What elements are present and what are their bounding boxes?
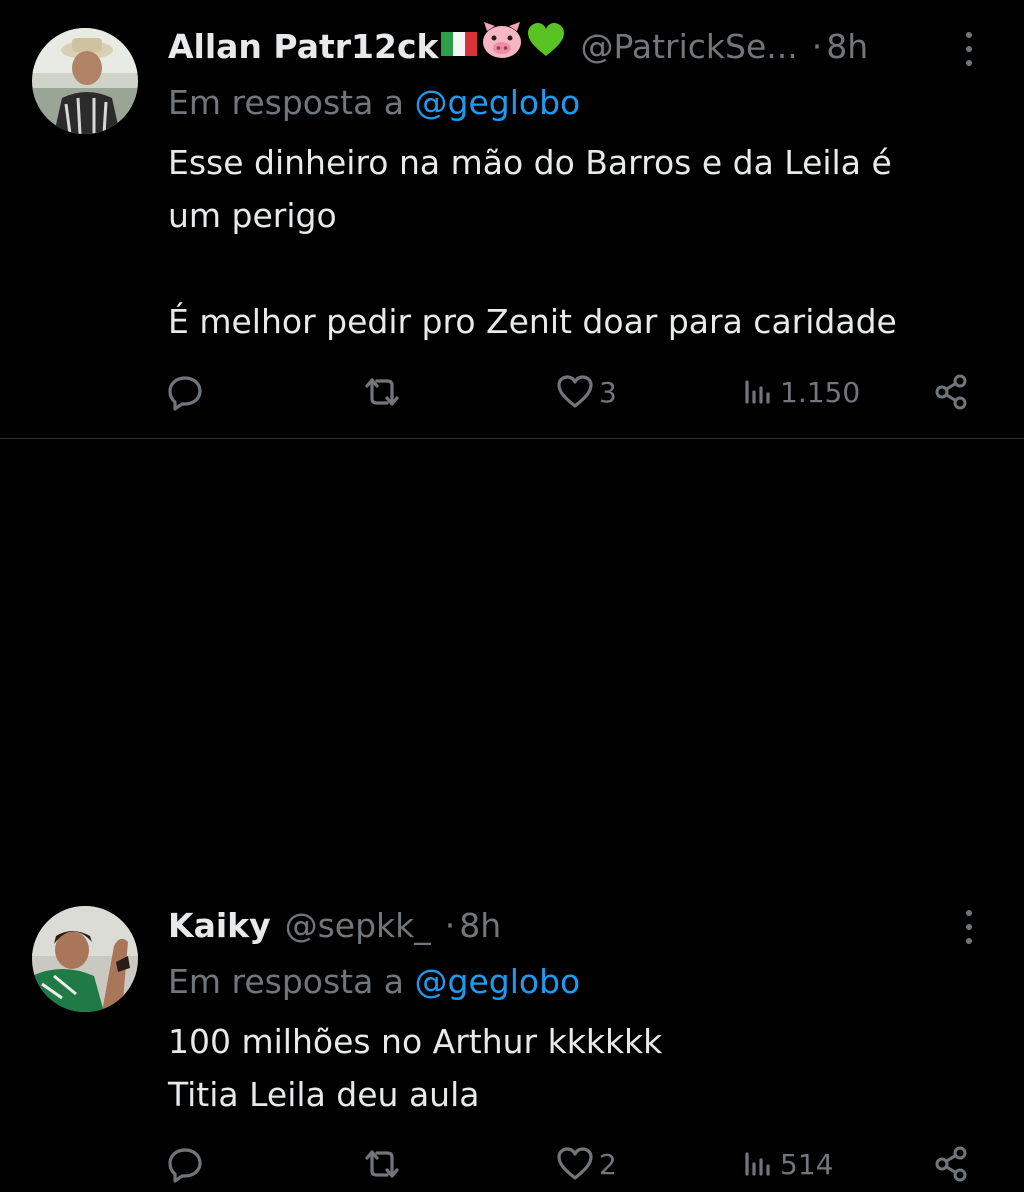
reply-icon (168, 376, 202, 411)
views-button[interactable]: 1.150 (742, 364, 860, 420)
retweet-button[interactable] (360, 1136, 404, 1192)
avatar[interactable] (32, 28, 138, 134)
retweet-button[interactable] (360, 364, 404, 420)
avatar[interactable] (32, 906, 138, 1012)
author-handle[interactable]: @PatrickSe... (580, 22, 797, 72)
view-count: 1.150 (780, 375, 861, 409)
mention-link[interactable]: @geglobo (415, 962, 581, 1001)
italy-flag-emoji (440, 22, 478, 72)
tweet-text-line: 100 milhões no Arthur kkkkkk (168, 1022, 663, 1061)
views-button[interactable]: 514 (742, 1136, 833, 1192)
timestamp[interactable]: 8h (459, 901, 501, 951)
tweet-text-line: Titia Leila deu aula (168, 1075, 480, 1114)
author-name[interactable]: Allan Patr12ck (168, 22, 438, 72)
author-handle[interactable]: @sepkk_ (285, 901, 431, 951)
action-bar: 3 1.150 (0, 364, 1024, 420)
heart-icon (557, 375, 593, 408)
tweet-text-line: um perigo (168, 196, 337, 235)
retweet-icon (365, 378, 399, 406)
action-bar: 2 514 (0, 1136, 1024, 1192)
reply-prefix: Em resposta a (168, 962, 405, 1001)
views-icon (745, 380, 770, 404)
like-count: 3 (599, 375, 617, 409)
share-button[interactable] (933, 1136, 973, 1192)
like-count: 2 (599, 1147, 617, 1181)
tweet[interactable]: Kaiky @sepkk_ · 8h Em resposta a @geglob… (0, 439, 1024, 1183)
views-icon (745, 1152, 770, 1176)
heart-icon (557, 1147, 593, 1180)
more-icon[interactable] (956, 32, 982, 66)
green-heart-emoji (526, 22, 566, 72)
share-button[interactable] (933, 364, 973, 420)
reply-context: Em resposta a @geglobo (168, 957, 580, 1007)
separator-dot: · (811, 27, 823, 66)
author-name[interactable]: Kaiky (168, 901, 271, 951)
tweet-text: Esse dinheiro na mão do Barros e da Leil… (168, 136, 897, 348)
reply-button[interactable] (165, 364, 205, 420)
share-icon (935, 1146, 967, 1182)
mention-link[interactable]: @geglobo (415, 83, 581, 122)
reply-icon (168, 1148, 202, 1183)
tweet-header: Allan Patr12ck @PatrickSe... · 8h (168, 22, 868, 72)
tweet-text-line: Esse dinheiro na mão do Barros e da Leil… (168, 143, 892, 182)
tweet[interactable]: Allan Patr12ck @PatrickSe... · 8h Em res… (0, 0, 1024, 439)
reply-button[interactable] (165, 1136, 205, 1192)
tweet-text: 100 milhões no Arthur kkkkkk Titia Leila… (168, 1015, 662, 1121)
timestamp[interactable]: 8h (826, 22, 868, 72)
view-count: 514 (780, 1147, 834, 1181)
separator-dot: · (444, 906, 456, 945)
share-icon (935, 374, 967, 410)
reply-context: Em resposta a @geglobo (168, 78, 580, 128)
like-button[interactable]: 3 (555, 364, 617, 420)
reply-prefix: Em resposta a (168, 83, 405, 122)
more-icon[interactable] (956, 910, 982, 944)
like-button[interactable]: 2 (555, 1136, 617, 1192)
tweet-text-line: É melhor pedir pro Zenit doar para carid… (168, 302, 897, 341)
tweet-header: Kaiky @sepkk_ · 8h (168, 901, 501, 951)
pig-face-emoji (480, 20, 524, 74)
retweet-icon (365, 1150, 399, 1178)
